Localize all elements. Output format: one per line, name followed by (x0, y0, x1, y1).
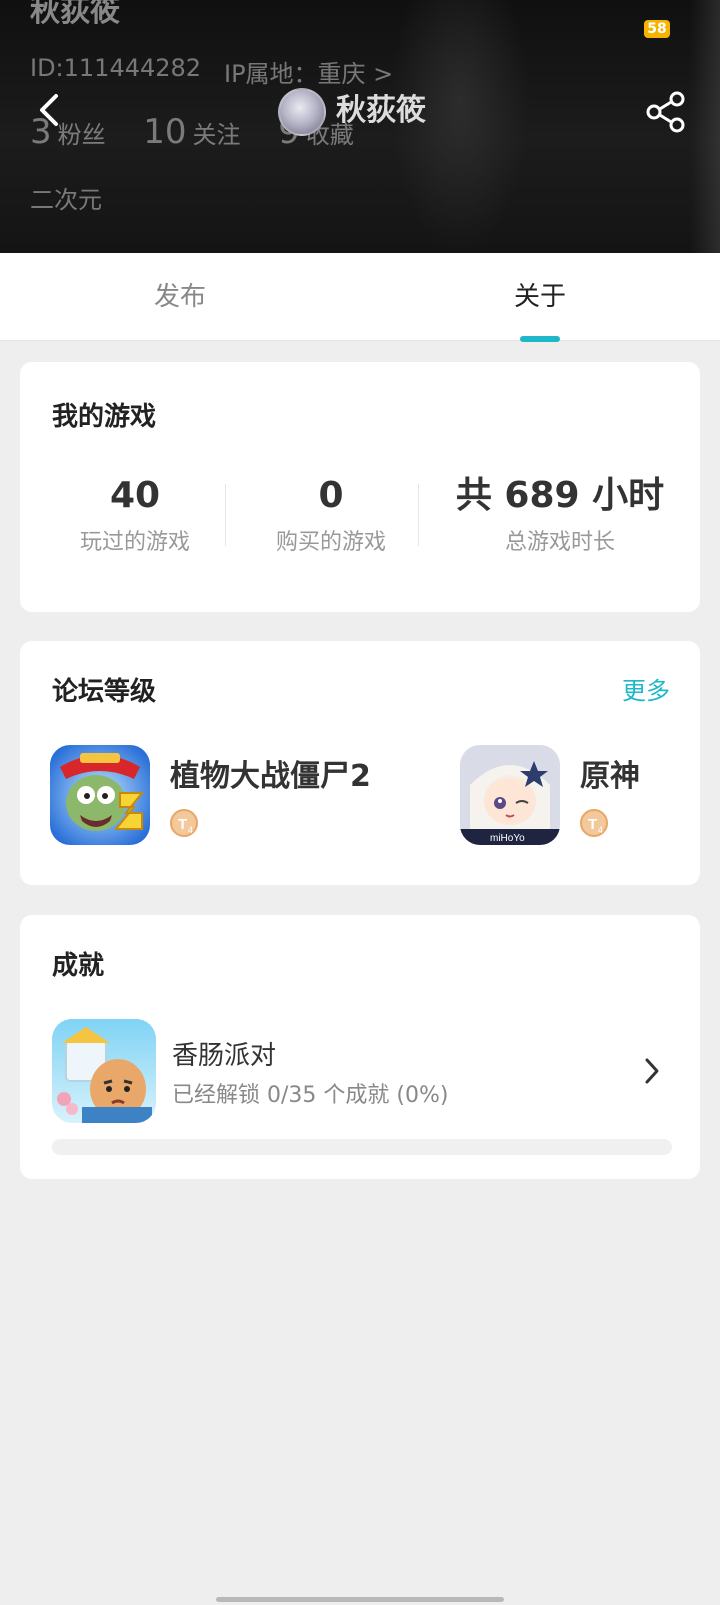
achievement-game-name: 香肠派对 (172, 1041, 277, 1071)
svg-text:miHoYo: miHoYo (490, 833, 525, 844)
card-title: 论坛等级 (52, 677, 157, 707)
header-username: 秋荻筱 (30, 0, 120, 29)
achievement-item[interactable]: 香肠派对 已经解锁 0/35 个成就 (0%) (52, 1019, 672, 1123)
purchased-games-stat[interactable]: 0 购买的游戏 (246, 474, 416, 556)
achievements-card: 成就 香肠派对 已经解锁 0/35 个成就 (0%) (20, 915, 700, 1179)
profile-header: 秋荻筱 ID:111444282 IP属地：重庆 > 3粉丝 10关注 9收藏 … (0, 0, 720, 253)
tab-active-indicator (520, 336, 560, 342)
sausage-party-app-icon (52, 1019, 156, 1123)
pvz2-app-icon (50, 745, 150, 845)
more-link[interactable]: 更多 (622, 671, 670, 706)
svg-text:T: T (588, 816, 597, 833)
played-games-stat[interactable]: 40 玩过的游戏 (50, 474, 220, 556)
user-tag: 二次元 (30, 186, 102, 214)
achievement-progress-text: 已经解锁 0/35 个成就 (0%) (172, 1083, 449, 1108)
forum-item[interactable]: miHoYo 原神 T 4 (460, 745, 690, 845)
level-badge-icon: T 4 (580, 809, 608, 837)
following-count[interactable]: 10 关注 (143, 112, 240, 152)
divider (225, 484, 226, 546)
level-badge-icon: T 4 (170, 809, 198, 837)
svg-text:T: T (178, 816, 187, 833)
total-playtime-stat: 共 689 小时 总游戏时长 (455, 475, 665, 555)
chevron-right-icon[interactable] (642, 1055, 662, 1087)
tab-publish[interactable]: 发布 (80, 253, 280, 341)
svg-text:4: 4 (598, 825, 603, 835)
forum-item[interactable]: 植物大战僵尸2 T 4 (50, 745, 440, 845)
tab-about[interactable]: 关于 (440, 253, 640, 341)
genshin-app-icon: miHoYo (460, 745, 560, 845)
svg-text:4: 4 (188, 825, 193, 835)
divider (418, 484, 419, 546)
card-title: 成就 (52, 951, 105, 981)
forum-level-card: 论坛等级 更多 植物大战僵尸2 T 4 miHoYo 原神 T 4 (20, 641, 700, 885)
share-icon[interactable] (644, 90, 688, 134)
home-indicator[interactable] (216, 1597, 504, 1602)
back-arrow-icon[interactable] (30, 90, 70, 130)
profile-tabs: 发布 关于 (0, 253, 720, 342)
card-title: 我的游戏 (52, 402, 157, 432)
achievement-progress-bar (52, 1139, 672, 1155)
follow-counts: 3粉丝 10关注 9收藏 (30, 112, 384, 152)
avatar[interactable] (278, 88, 326, 136)
user-id: ID:111444282 (30, 54, 202, 82)
page-title: 秋荻筱 (336, 93, 426, 128)
ip-location[interactable]: IP属地：重庆 > (224, 54, 393, 89)
forum-game-name: 原神 (580, 759, 640, 794)
forum-game-name: 植物大战僵尸2 (170, 759, 371, 794)
battery-indicator: 58 (644, 20, 670, 38)
my-games-card: 我的游戏 40 玩过的游戏 0 购买的游戏 共 689 小时 总游戏时长 (20, 362, 700, 612)
